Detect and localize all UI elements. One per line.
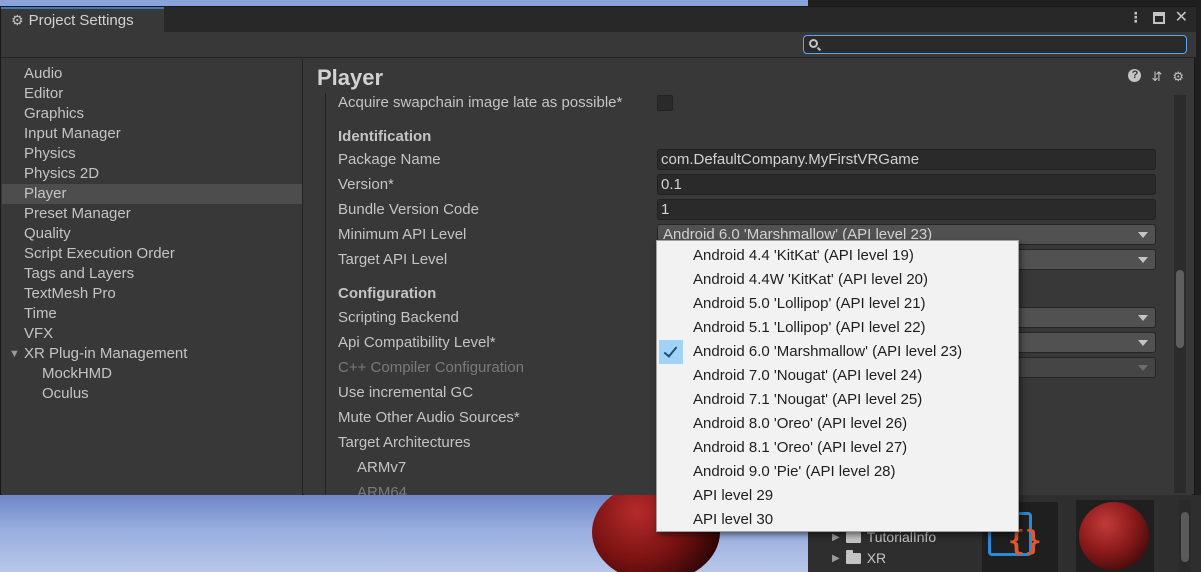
maximize-icon[interactable] bbox=[1152, 12, 1165, 24]
menu-item-api-28[interactable]: Android 9.0 'Pie' (API level 28) bbox=[657, 460, 1018, 484]
settings-gear-icon[interactable]: ⚙ bbox=[1172, 69, 1184, 85]
cpp-compiler-configuration-label: C++ Compiler Configuration bbox=[338, 359, 524, 376]
armv7-label: ARMv7 bbox=[357, 459, 407, 476]
sidebar-item-player[interactable]: Player bbox=[2, 184, 302, 204]
menu-item-api-20[interactable]: Android 4.4W 'KitKat' (API level 20) bbox=[657, 268, 1018, 292]
sidebar-item-oculus[interactable]: Oculus bbox=[2, 384, 302, 404]
menu-item-api-23[interactable]: Android 6.0 'Marshmallow' (API level 23) bbox=[657, 340, 1018, 364]
kebab-menu-icon[interactable]: ⋮ bbox=[1129, 9, 1143, 27]
chevron-down-icon bbox=[1138, 315, 1148, 321]
sidebar-item-input-manager[interactable]: Input Manager bbox=[2, 124, 302, 144]
menu-item-api-19[interactable]: Android 4.4 'KitKat' (API level 19) bbox=[657, 244, 1018, 268]
api-compatibility-level-label: Api Compatibility Level* bbox=[338, 334, 496, 351]
search-icon bbox=[809, 39, 818, 48]
sidebar-item-editor[interactable]: Editor bbox=[2, 84, 302, 104]
bundle-version-code-label: Bundle Version Code bbox=[338, 201, 479, 218]
menu-item-api-26[interactable]: Android 8.0 'Oreo' (API level 26) bbox=[657, 412, 1018, 436]
material-sphere-icon bbox=[1079, 502, 1149, 570]
api-level-popup-menu: Android 4.4 'KitKat' (API level 19) Andr… bbox=[656, 240, 1019, 532]
sidebar-item-graphics[interactable]: Graphics bbox=[2, 104, 302, 124]
settings-sidebar: Audio Editor Graphics Input Manager Phys… bbox=[2, 59, 303, 495]
menu-item-api-30[interactable]: API level 30 bbox=[657, 508, 1018, 532]
expand-arrow-icon[interactable]: ▼ bbox=[9, 344, 20, 364]
help-icon[interactable]: ? bbox=[1128, 69, 1142, 82]
close-icon[interactable]: ✕ bbox=[1175, 9, 1188, 27]
preset-icon[interactable]: ⇵ bbox=[1151, 69, 1162, 85]
package-name-field[interactable]: com.DefaultCompany.MyFirstVRGame bbox=[657, 149, 1156, 170]
settings-toolbar bbox=[1, 32, 1196, 58]
acquire-swapchain-label: Acquire swapchain image late as possible… bbox=[338, 94, 623, 111]
project-scrollbar[interactable] bbox=[1179, 500, 1191, 572]
page-title: Player bbox=[317, 65, 384, 90]
menu-item-api-25[interactable]: Android 7.1 'Nougat' (API level 25) bbox=[657, 388, 1018, 412]
bundle-version-code-field[interactable]: 1 bbox=[657, 199, 1156, 220]
use-incremental-gc-label: Use incremental GC bbox=[338, 384, 474, 401]
sidebar-item-tags-and-layers[interactable]: Tags and Layers bbox=[2, 264, 302, 284]
sidebar-item-vfx[interactable]: VFX bbox=[2, 324, 302, 344]
sidebar-item-physics[interactable]: Physics bbox=[2, 144, 302, 164]
project-folder-xr[interactable]: ▶ XR bbox=[832, 549, 887, 566]
folder-icon bbox=[845, 549, 861, 564]
package-name-label: Package Name bbox=[338, 151, 441, 168]
menu-item-api-22[interactable]: Android 5.1 'Lollipop' (API level 22) bbox=[657, 316, 1018, 340]
sidebar-item-preset-manager[interactable]: Preset Manager bbox=[2, 204, 302, 224]
sidebar-item-textmesh-pro[interactable]: TextMesh Pro bbox=[2, 284, 302, 304]
arm64-label: ARM64 bbox=[357, 484, 408, 495]
folder-icon bbox=[845, 528, 861, 543]
menu-item-api-24[interactable]: Android 7.0 'Nougat' (API level 24) bbox=[657, 364, 1018, 388]
menu-item-api-27[interactable]: Android 8.1 'Oreo' (API level 27) bbox=[657, 436, 1018, 460]
sidebar-item-audio[interactable]: Audio bbox=[2, 64, 302, 84]
window-tab[interactable]: ⚙ Project Settings bbox=[1, 7, 164, 32]
panel-header-icons: ? ⇵ ⚙ bbox=[1128, 69, 1184, 85]
chevron-down-icon bbox=[1138, 257, 1148, 263]
sidebar-item-time[interactable]: Time bbox=[2, 304, 302, 324]
window-titlebar: ⚙ Project Settings ⋮ ✕ bbox=[1, 7, 1196, 32]
menu-item-api-29[interactable]: API level 29 bbox=[657, 484, 1018, 508]
version-label: Version* bbox=[338, 176, 394, 193]
sidebar-item-script-execution-order[interactable]: Script Execution Order bbox=[2, 244, 302, 264]
expand-arrow-icon[interactable]: ▶ bbox=[832, 553, 840, 564]
chevron-down-icon bbox=[1138, 365, 1148, 371]
sidebar-item-quality[interactable]: Quality bbox=[2, 224, 302, 244]
target-architectures-label: Target Architectures bbox=[338, 434, 471, 451]
chevron-down-icon bbox=[1138, 232, 1148, 238]
minimum-api-level-label: Minimum API Level bbox=[338, 226, 467, 243]
window-title: Project Settings bbox=[28, 12, 134, 29]
scrollbar-thumb[interactable] bbox=[1181, 512, 1189, 562]
mute-other-audio-sources-label: Mute Other Audio Sources* bbox=[338, 409, 520, 426]
scrollbar-thumb[interactable] bbox=[1176, 270, 1184, 348]
menu-item-api-21[interactable]: Android 5.0 'Lollipop' (API level 21) bbox=[657, 292, 1018, 316]
expand-arrow-icon[interactable]: ▶ bbox=[832, 532, 840, 543]
sidebar-item-xr-plugin-management[interactable]: ▼ XR Plug-in Management bbox=[2, 344, 302, 364]
configuration-header: Configuration bbox=[338, 285, 437, 302]
identification-header: Identification bbox=[338, 128, 432, 145]
checkmark-icon bbox=[659, 340, 683, 364]
menu-item-label: Android 6.0 'Marshmallow' (API level 23) bbox=[693, 343, 963, 360]
window-controls: ⋮ ✕ bbox=[1129, 9, 1188, 27]
sidebar-item-label: XR Plug-in Management bbox=[24, 345, 188, 362]
version-field[interactable]: 0.1 bbox=[657, 174, 1156, 195]
target-api-level-label: Target API Level bbox=[338, 251, 448, 268]
search-input[interactable] bbox=[803, 35, 1187, 54]
main-scrollbar[interactable] bbox=[1174, 95, 1186, 493]
gear-icon: ⚙ bbox=[11, 12, 24, 28]
sidebar-item-mockhmd[interactable]: MockHMD bbox=[2, 364, 302, 384]
asset-material-thumbnail[interactable] bbox=[1076, 500, 1154, 572]
project-folder-label: XR bbox=[866, 550, 887, 566]
scripting-backend-label: Scripting Backend bbox=[338, 309, 459, 326]
sidebar-item-physics-2d[interactable]: Physics 2D bbox=[2, 164, 302, 184]
chevron-down-icon bbox=[1138, 340, 1148, 346]
acquire-swapchain-checkbox[interactable] bbox=[657, 95, 673, 111]
